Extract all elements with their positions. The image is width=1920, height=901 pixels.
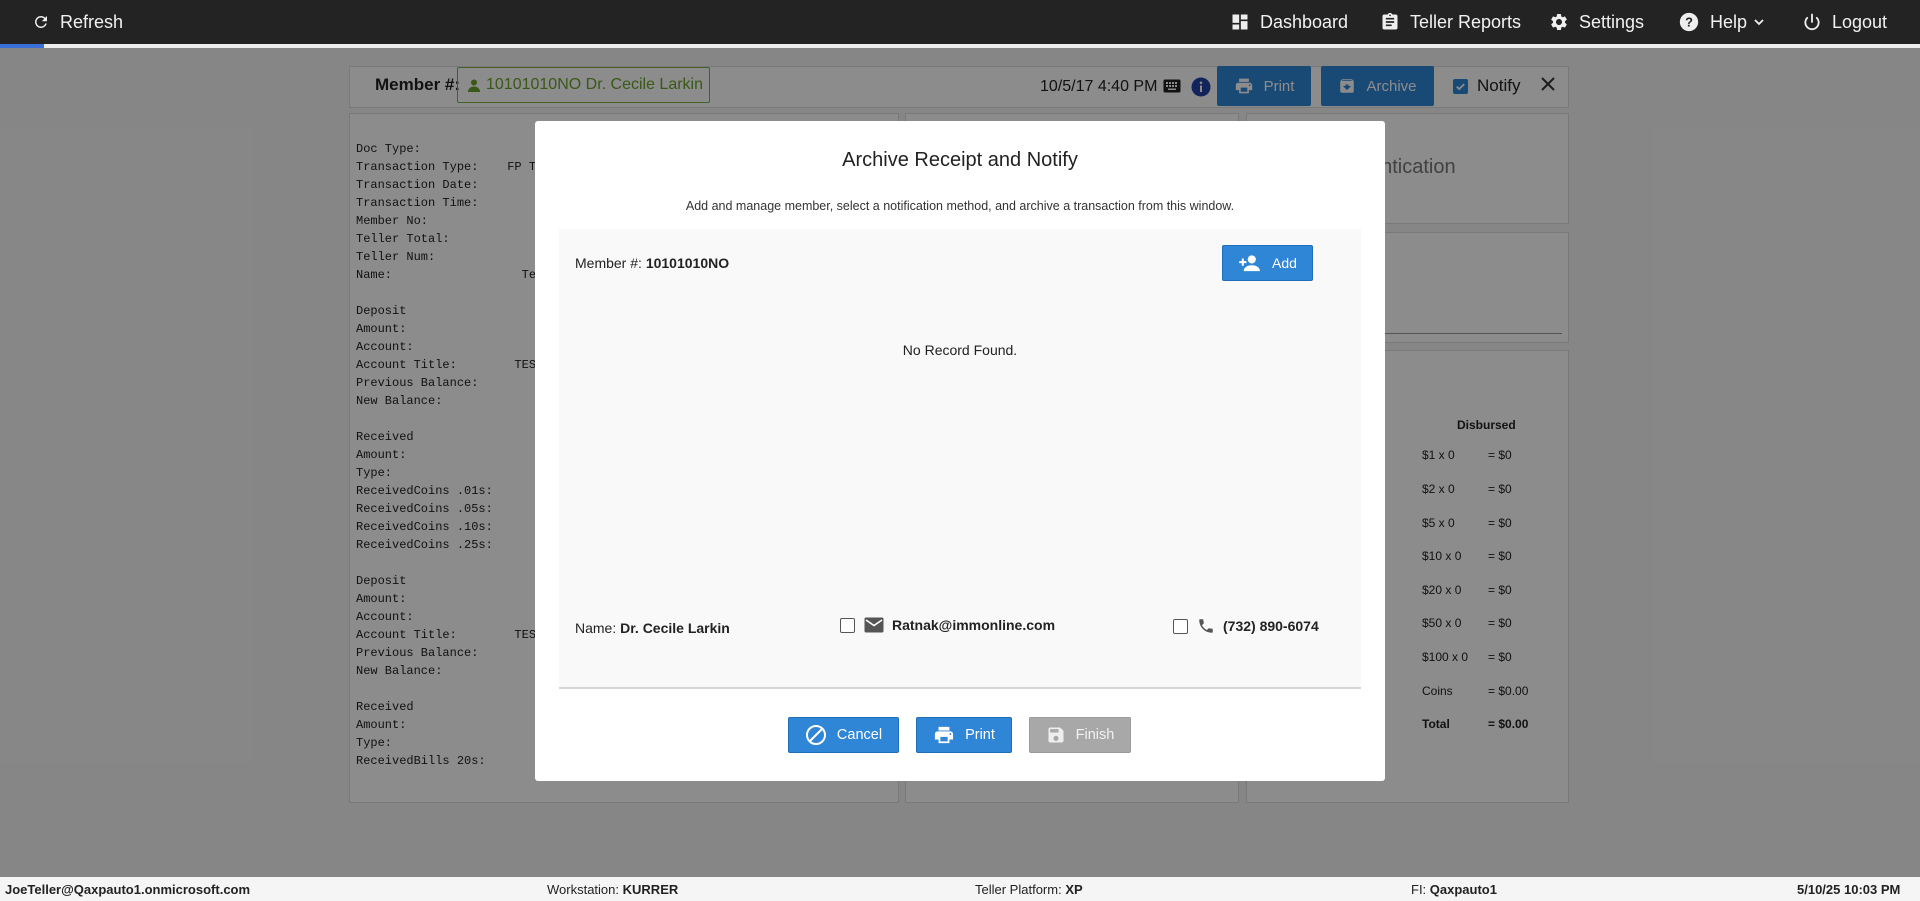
status-bar: JoeTeller@Qaxpauto1.onmicrosoft.com Work… xyxy=(0,877,1920,901)
mail-icon xyxy=(864,617,884,633)
help-menu[interactable]: ? Help xyxy=(1678,0,1765,44)
cancel-icon xyxy=(805,725,826,745)
footer-user: JoeTeller@Qaxpauto1.onmicrosoft.com xyxy=(5,882,251,897)
dialog-member-name: Name: Dr. Cecile Larkin xyxy=(575,620,730,636)
email-address: Ratnak@immonline.com xyxy=(892,617,1056,633)
teller-reports-nav[interactable]: Teller Reports xyxy=(1380,0,1521,44)
fi-value: Qaxpauto1 xyxy=(1429,882,1497,897)
logout-label: Logout xyxy=(1832,11,1888,32)
power-icon xyxy=(1804,13,1820,31)
add-member-button[interactable]: Add xyxy=(1222,245,1313,281)
dashboard-label: Dashboard xyxy=(1260,11,1349,32)
fi-label: FI: xyxy=(1411,882,1427,897)
archive-notify-dialog: Archive Receipt and Notify Add and manag… xyxy=(535,121,1385,781)
workstation-label: Workstation: xyxy=(547,882,620,897)
printer-icon xyxy=(934,726,954,744)
logout-button[interactable]: Logout xyxy=(1802,0,1887,44)
refresh-button[interactable]: Refresh xyxy=(32,0,123,44)
clipboard-icon xyxy=(1382,12,1398,30)
gear-icon xyxy=(1551,13,1567,30)
help-label: Help xyxy=(1710,11,1748,32)
add-member-label: Add xyxy=(1272,255,1297,271)
platform-value: XP xyxy=(1065,882,1083,897)
top-navigation-bar: Refresh Dashboard Teller Reports Setting… xyxy=(0,0,1920,48)
svg-text:?: ? xyxy=(1685,15,1693,30)
dialog-subtitle: Add and manage member, select a notifica… xyxy=(685,199,1235,213)
email-checkbox[interactable] xyxy=(840,617,855,633)
dialog-content-panel: Member #: 10101010NO Add No Record Found… xyxy=(559,229,1361,689)
save-icon xyxy=(1048,727,1064,743)
footer-platform: Teller Platform: XP xyxy=(975,882,1083,897)
dialog-title: Archive Receipt and Notify xyxy=(842,149,1078,171)
dashboard-icon xyxy=(1232,14,1248,30)
help-icon: ? xyxy=(1679,12,1699,32)
settings-nav[interactable]: Settings xyxy=(1549,0,1644,44)
cancel-button[interactable]: Cancel xyxy=(788,717,899,753)
phone-icon xyxy=(1199,619,1213,633)
footer-datetime: 5/10/25 10:03 PM xyxy=(1797,882,1901,897)
empty-state-message: No Record Found. xyxy=(902,342,1018,358)
workstation-value: KURRER xyxy=(622,882,679,897)
dashboard-nav[interactable]: Dashboard xyxy=(1230,0,1348,44)
phone-option: (732) 890-6074 xyxy=(1173,617,1319,635)
phone-checkbox[interactable] xyxy=(1173,618,1188,634)
finish-button[interactable]: Finish xyxy=(1029,717,1131,753)
chevron-down-icon xyxy=(1754,19,1764,26)
add-person-icon xyxy=(1239,255,1260,272)
phone-number: (732) 890-6074 xyxy=(1223,618,1319,634)
dialog-print-button[interactable]: Print xyxy=(916,717,1012,753)
cancel-label: Cancel xyxy=(836,727,883,743)
dialog-member-value: 10101010NO xyxy=(645,255,730,271)
finish-label: Finish xyxy=(1075,727,1115,743)
platform-label: Teller Platform: xyxy=(975,882,1062,897)
dialog-member-label: Member #: xyxy=(575,255,642,271)
footer-fi: FI: Qaxpauto1 xyxy=(1411,882,1497,897)
teller-reports-label: Teller Reports xyxy=(1410,11,1522,32)
name-label: Name: xyxy=(575,620,617,636)
footer-workstation: Workstation: KURRER xyxy=(547,882,678,897)
email-option: Ratnak@immonline.com xyxy=(840,617,1055,633)
settings-label: Settings xyxy=(1579,11,1645,32)
dialog-print-label: Print xyxy=(965,727,995,743)
refresh-icon xyxy=(34,15,47,28)
name-value: Dr. Cecile Larkin xyxy=(620,620,730,636)
dialog-member-number: Member #: 10101010NO xyxy=(575,255,729,271)
refresh-label: Refresh xyxy=(60,11,124,32)
